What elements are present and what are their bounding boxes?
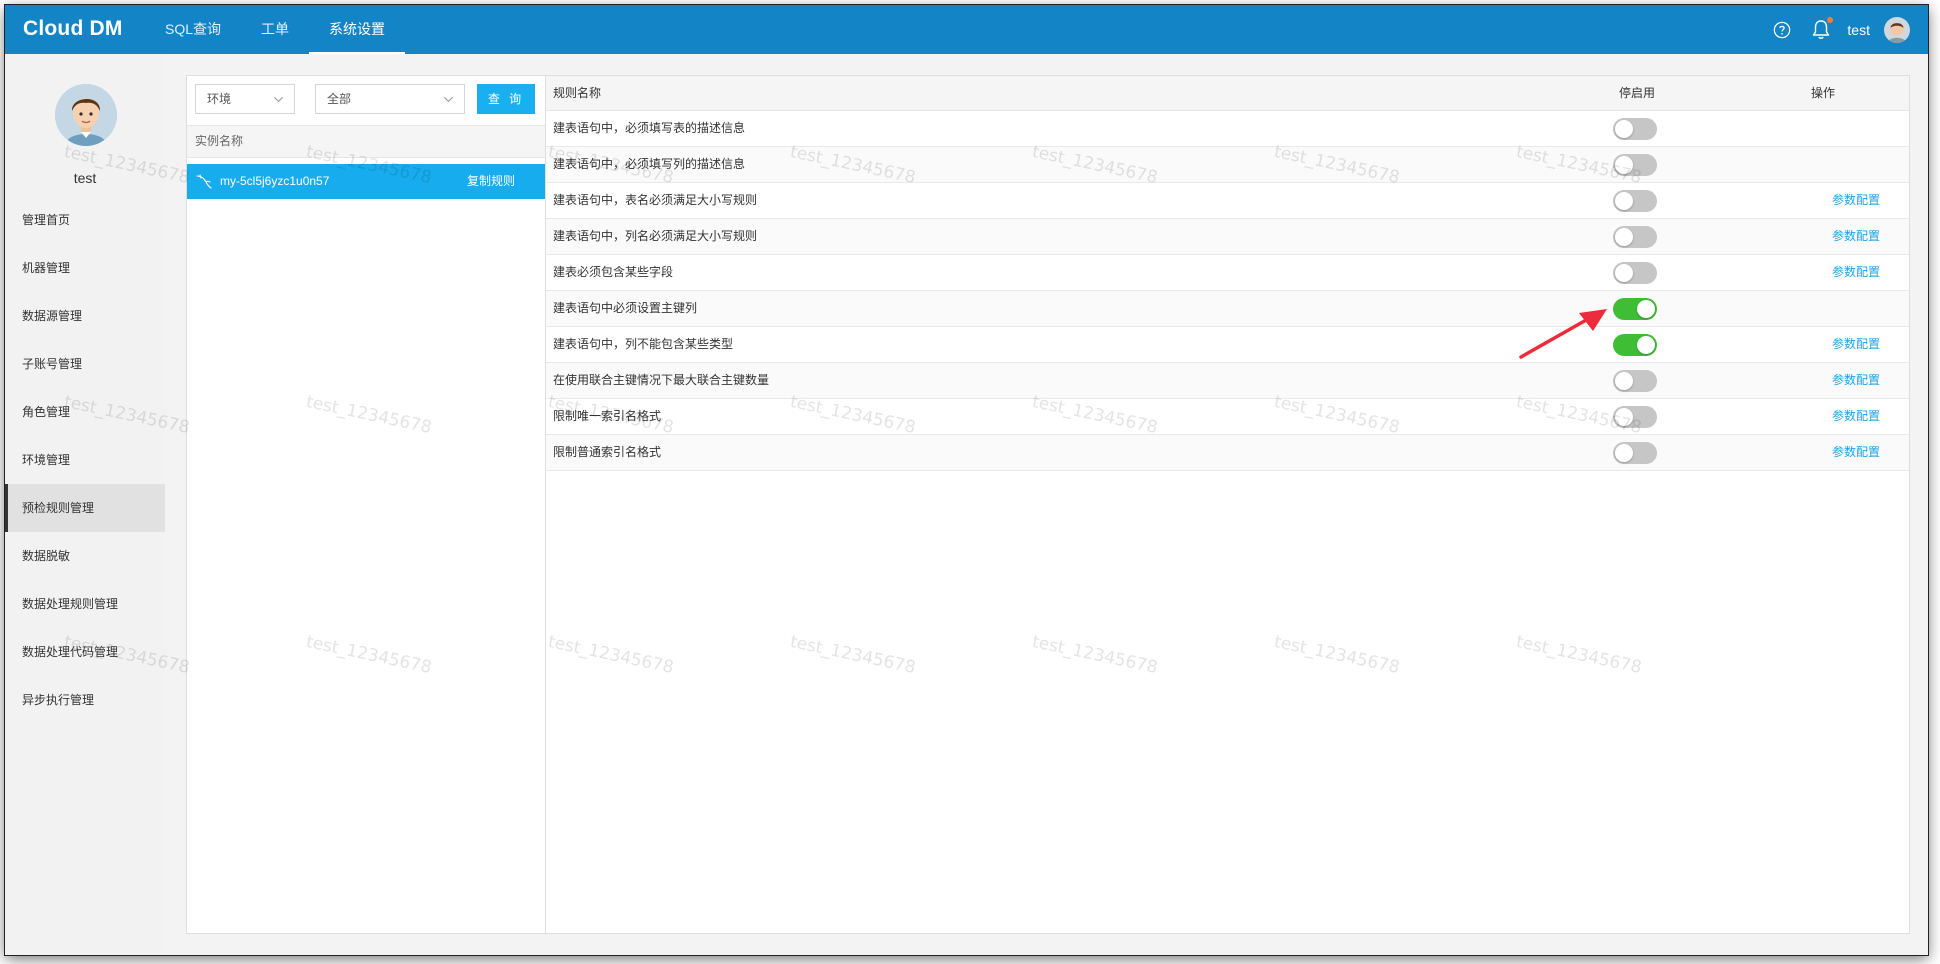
app-logo[interactable]: Cloud DM bbox=[23, 17, 123, 41]
sidebar-item-environments[interactable]: 环境管理 bbox=[5, 436, 165, 484]
sidebar-username: test bbox=[73, 170, 97, 186]
query-button[interactable]: 查 询 bbox=[477, 84, 535, 114]
rules-table-header: 规则名称 停启用 操作 bbox=[546, 76, 1909, 111]
rule-enable-toggle[interactable] bbox=[1613, 190, 1657, 212]
toggle-knob bbox=[1615, 120, 1633, 138]
app-window: Cloud DM SQL查询 工单 系统设置 test test 管理首页 机器… bbox=[5, 5, 1928, 955]
question-circle-icon[interactable] bbox=[1773, 21, 1791, 39]
notification-dot bbox=[1827, 16, 1834, 23]
table-row: 限制普通索引名格式 参数配置 bbox=[546, 435, 1909, 471]
chevron-down-icon bbox=[443, 96, 454, 103]
param-config-link[interactable]: 参数配置 bbox=[1832, 399, 1880, 434]
table-row: 建表语句中必须设置主键列 bbox=[546, 291, 1909, 327]
copy-rules-link[interactable]: 复制规则 bbox=[467, 164, 515, 199]
sidebar-item-subaccounts[interactable]: 子账号管理 bbox=[5, 340, 165, 388]
scope-select[interactable]: 全部 bbox=[315, 84, 465, 114]
instance-panel: 环境 全部 查 询 实例名称 my-5cl5j6yzc1u0n57 复制规则 bbox=[187, 76, 546, 933]
rule-name: 建表语句中，表名必须满足大小写规则 bbox=[553, 193, 758, 207]
sidebar-item-datasources[interactable]: 数据源管理 bbox=[5, 292, 165, 340]
toggle-knob bbox=[1615, 264, 1633, 282]
table-row: 限制唯一索引名格式 参数配置 bbox=[546, 399, 1909, 435]
rule-name: 建表语句中必须设置主键列 bbox=[553, 301, 698, 315]
rule-enable-toggle[interactable] bbox=[1613, 334, 1657, 356]
environment-select-value: 环境 bbox=[207, 92, 232, 106]
rule-enable-toggle[interactable] bbox=[1613, 406, 1657, 428]
content-frame: 环境 全部 查 询 实例名称 my-5cl5j6yzc1u0n57 复制规则 规… bbox=[186, 75, 1910, 934]
rule-name: 限制唯一索引名格式 bbox=[553, 409, 662, 423]
toggle-knob bbox=[1615, 156, 1633, 174]
instance-name: my-5cl5j6yzc1u0n57 bbox=[220, 174, 330, 188]
rule-enable-toggle[interactable] bbox=[1613, 118, 1657, 140]
table-row: 建表语句中，列不能包含某些类型 参数配置 bbox=[546, 327, 1909, 363]
top-right-tools: test bbox=[1773, 5, 1910, 54]
instance-column-header: 实例名称 bbox=[187, 125, 545, 158]
param-config-link[interactable]: 参数配置 bbox=[1832, 255, 1880, 290]
column-header-action: 操作 bbox=[1811, 86, 1836, 100]
scope-select-value: 全部 bbox=[327, 92, 352, 106]
param-config-link[interactable]: 参数配置 bbox=[1832, 435, 1880, 470]
sidebar: test 管理首页 机器管理 数据源管理 子账号管理 角色管理 环境管理 预检规… bbox=[5, 54, 165, 955]
rule-enable-toggle[interactable] bbox=[1613, 226, 1657, 248]
column-header-toggle: 停启用 bbox=[1619, 86, 1656, 100]
toggle-knob bbox=[1615, 372, 1633, 390]
chevron-down-icon bbox=[273, 96, 284, 103]
rule-enable-toggle[interactable] bbox=[1613, 442, 1657, 464]
toggle-knob bbox=[1637, 336, 1655, 354]
sidebar-item-machines[interactable]: 机器管理 bbox=[5, 244, 165, 292]
toggle-knob bbox=[1615, 192, 1633, 210]
rule-enable-toggle[interactable] bbox=[1613, 262, 1657, 284]
sidebar-item-data-masking[interactable]: 数据脱敏 bbox=[5, 532, 165, 580]
sidebar-item-data-processing-rules[interactable]: 数据处理规则管理 bbox=[5, 580, 165, 628]
bell-icon[interactable] bbox=[1811, 16, 1834, 41]
sidebar-item-precheck-rules[interactable]: 预检规则管理 bbox=[5, 484, 165, 532]
toggle-knob bbox=[1615, 408, 1633, 426]
environment-select[interactable]: 环境 bbox=[195, 84, 295, 114]
sidebar-avatar bbox=[55, 84, 117, 146]
rule-name: 建表语句中，必须填写列的描述信息 bbox=[553, 157, 746, 171]
sidebar-item-dashboard[interactable]: 管理首页 bbox=[5, 196, 165, 244]
table-row: 建表语句中，必须填写列的描述信息 bbox=[546, 147, 1909, 183]
top-nav: SQL查询 工单 系统设置 bbox=[145, 5, 406, 54]
column-header-rule-name: 规则名称 bbox=[553, 86, 602, 100]
rule-name: 建表语句中，列名必须满足大小写规则 bbox=[553, 229, 758, 243]
top-bar: Cloud DM SQL查询 工单 系统设置 test bbox=[5, 5, 1928, 54]
table-row: 建表语句中，必须填写表的描述信息 bbox=[546, 111, 1909, 147]
rule-enable-toggle[interactable] bbox=[1613, 154, 1657, 176]
top-avatar[interactable] bbox=[1884, 16, 1910, 43]
top-username[interactable]: test bbox=[1847, 22, 1870, 38]
rules-table: 规则名称 停启用 操作 建表语句中，必须填写表的描述信息 建表语句中，必须填写列的… bbox=[546, 76, 1909, 933]
sidebar-menu: 管理首页 机器管理 数据源管理 子账号管理 角色管理 环境管理 预检规则管理 数… bbox=[5, 196, 165, 724]
sidebar-item-async-execution[interactable]: 异步执行管理 bbox=[5, 676, 165, 724]
rule-name: 建表语句中，必须填写表的描述信息 bbox=[553, 121, 746, 135]
toggle-knob bbox=[1615, 228, 1633, 246]
sidebar-item-roles[interactable]: 角色管理 bbox=[5, 388, 165, 436]
rule-name: 限制普通索引名格式 bbox=[553, 445, 662, 459]
top-nav-system-settings[interactable]: 系统设置 bbox=[309, 5, 406, 54]
rule-name: 在使用联合主键情况下最大联合主键数量 bbox=[553, 373, 770, 387]
table-row: 建表语句中，列名必须满足大小写规则 参数配置 bbox=[546, 219, 1909, 255]
rule-name: 建表语句中，列不能包含某些类型 bbox=[553, 337, 734, 351]
table-row: 在使用联合主键情况下最大联合主键数量 参数配置 bbox=[546, 363, 1909, 399]
toggle-knob bbox=[1637, 300, 1655, 318]
rule-enable-toggle[interactable] bbox=[1613, 370, 1657, 392]
top-nav-tickets[interactable]: 工单 bbox=[241, 5, 309, 54]
param-config-link[interactable]: 参数配置 bbox=[1832, 183, 1880, 218]
sidebar-item-data-processing-code[interactable]: 数据处理代码管理 bbox=[5, 628, 165, 676]
top-nav-sql-query[interactable]: SQL查询 bbox=[145, 5, 241, 54]
param-config-link[interactable]: 参数配置 bbox=[1832, 363, 1880, 398]
table-row: 建表必须包含某些字段 参数配置 bbox=[546, 255, 1909, 291]
rule-enable-toggle[interactable] bbox=[1613, 298, 1657, 320]
mysql-dolphin-icon bbox=[196, 174, 212, 189]
instance-row[interactable]: my-5cl5j6yzc1u0n57 复制规则 bbox=[187, 164, 545, 199]
param-config-link[interactable]: 参数配置 bbox=[1832, 327, 1880, 362]
rule-name: 建表必须包含某些字段 bbox=[553, 265, 674, 279]
param-config-link[interactable]: 参数配置 bbox=[1832, 219, 1880, 254]
table-row: 建表语句中，表名必须满足大小写规则 参数配置 bbox=[546, 183, 1909, 219]
toggle-knob bbox=[1615, 444, 1633, 462]
